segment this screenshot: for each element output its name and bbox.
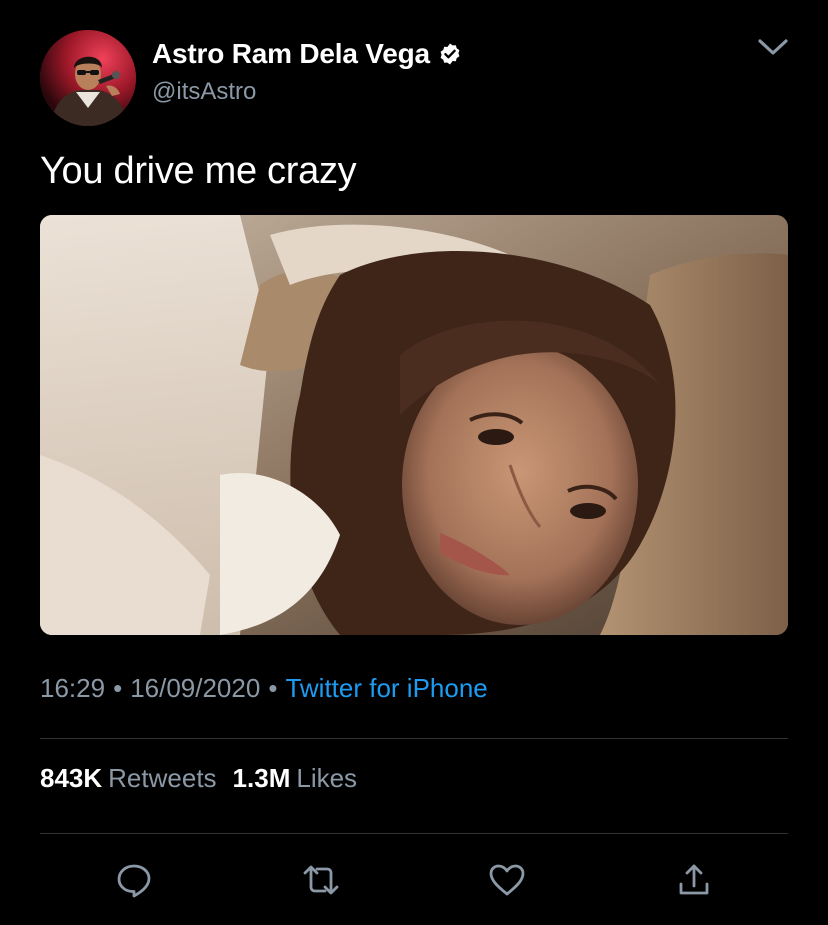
likes-label: Likes [296, 763, 358, 793]
divider [40, 738, 788, 739]
retweets-stat[interactable]: 843K Retweets [40, 763, 217, 793]
photo-image [40, 215, 788, 635]
tweet-stats: 843K Retweets 1.3M Likes [40, 763, 357, 794]
likes-count: 1.3M [232, 763, 291, 793]
chevron-down-icon[interactable] [756, 34, 790, 60]
tweet-text: You drive me crazy [40, 150, 357, 192]
verified-badge-icon [438, 42, 462, 66]
share-icon[interactable] [674, 860, 714, 900]
meta-separator: • [268, 673, 278, 703]
avatar-image [40, 30, 136, 126]
meta-separator: • [113, 673, 123, 703]
reply-icon[interactable] [114, 860, 154, 900]
likes-stat[interactable]: 1.3M Likes [233, 763, 358, 793]
tweet-meta: 16:29 • 16/09/2020 • Twitter for iPhone [40, 673, 488, 704]
display-name[interactable]: Astro Ram Dela Vega [152, 38, 430, 70]
tweet-action-bar [0, 856, 828, 902]
tweet-source-link[interactable]: Twitter for iPhone [285, 673, 487, 703]
tweet-time: 16:29 [40, 673, 106, 703]
avatar[interactable] [40, 30, 136, 126]
author-handle[interactable]: @itsAstro [152, 78, 256, 106]
retweets-count: 843K [40, 763, 103, 793]
divider [40, 833, 788, 834]
retweets-label: Retweets [108, 763, 217, 793]
author-name-row[interactable]: Astro Ram Dela Vega [152, 36, 462, 72]
tweet-detail: Astro Ram Dela Vega @itsAstro You drive … [0, 0, 828, 925]
tweet-date: 16/09/2020 [130, 673, 261, 703]
tweet-media-photo[interactable] [40, 215, 788, 635]
like-icon[interactable] [487, 860, 527, 900]
retweet-icon[interactable] [301, 860, 341, 900]
